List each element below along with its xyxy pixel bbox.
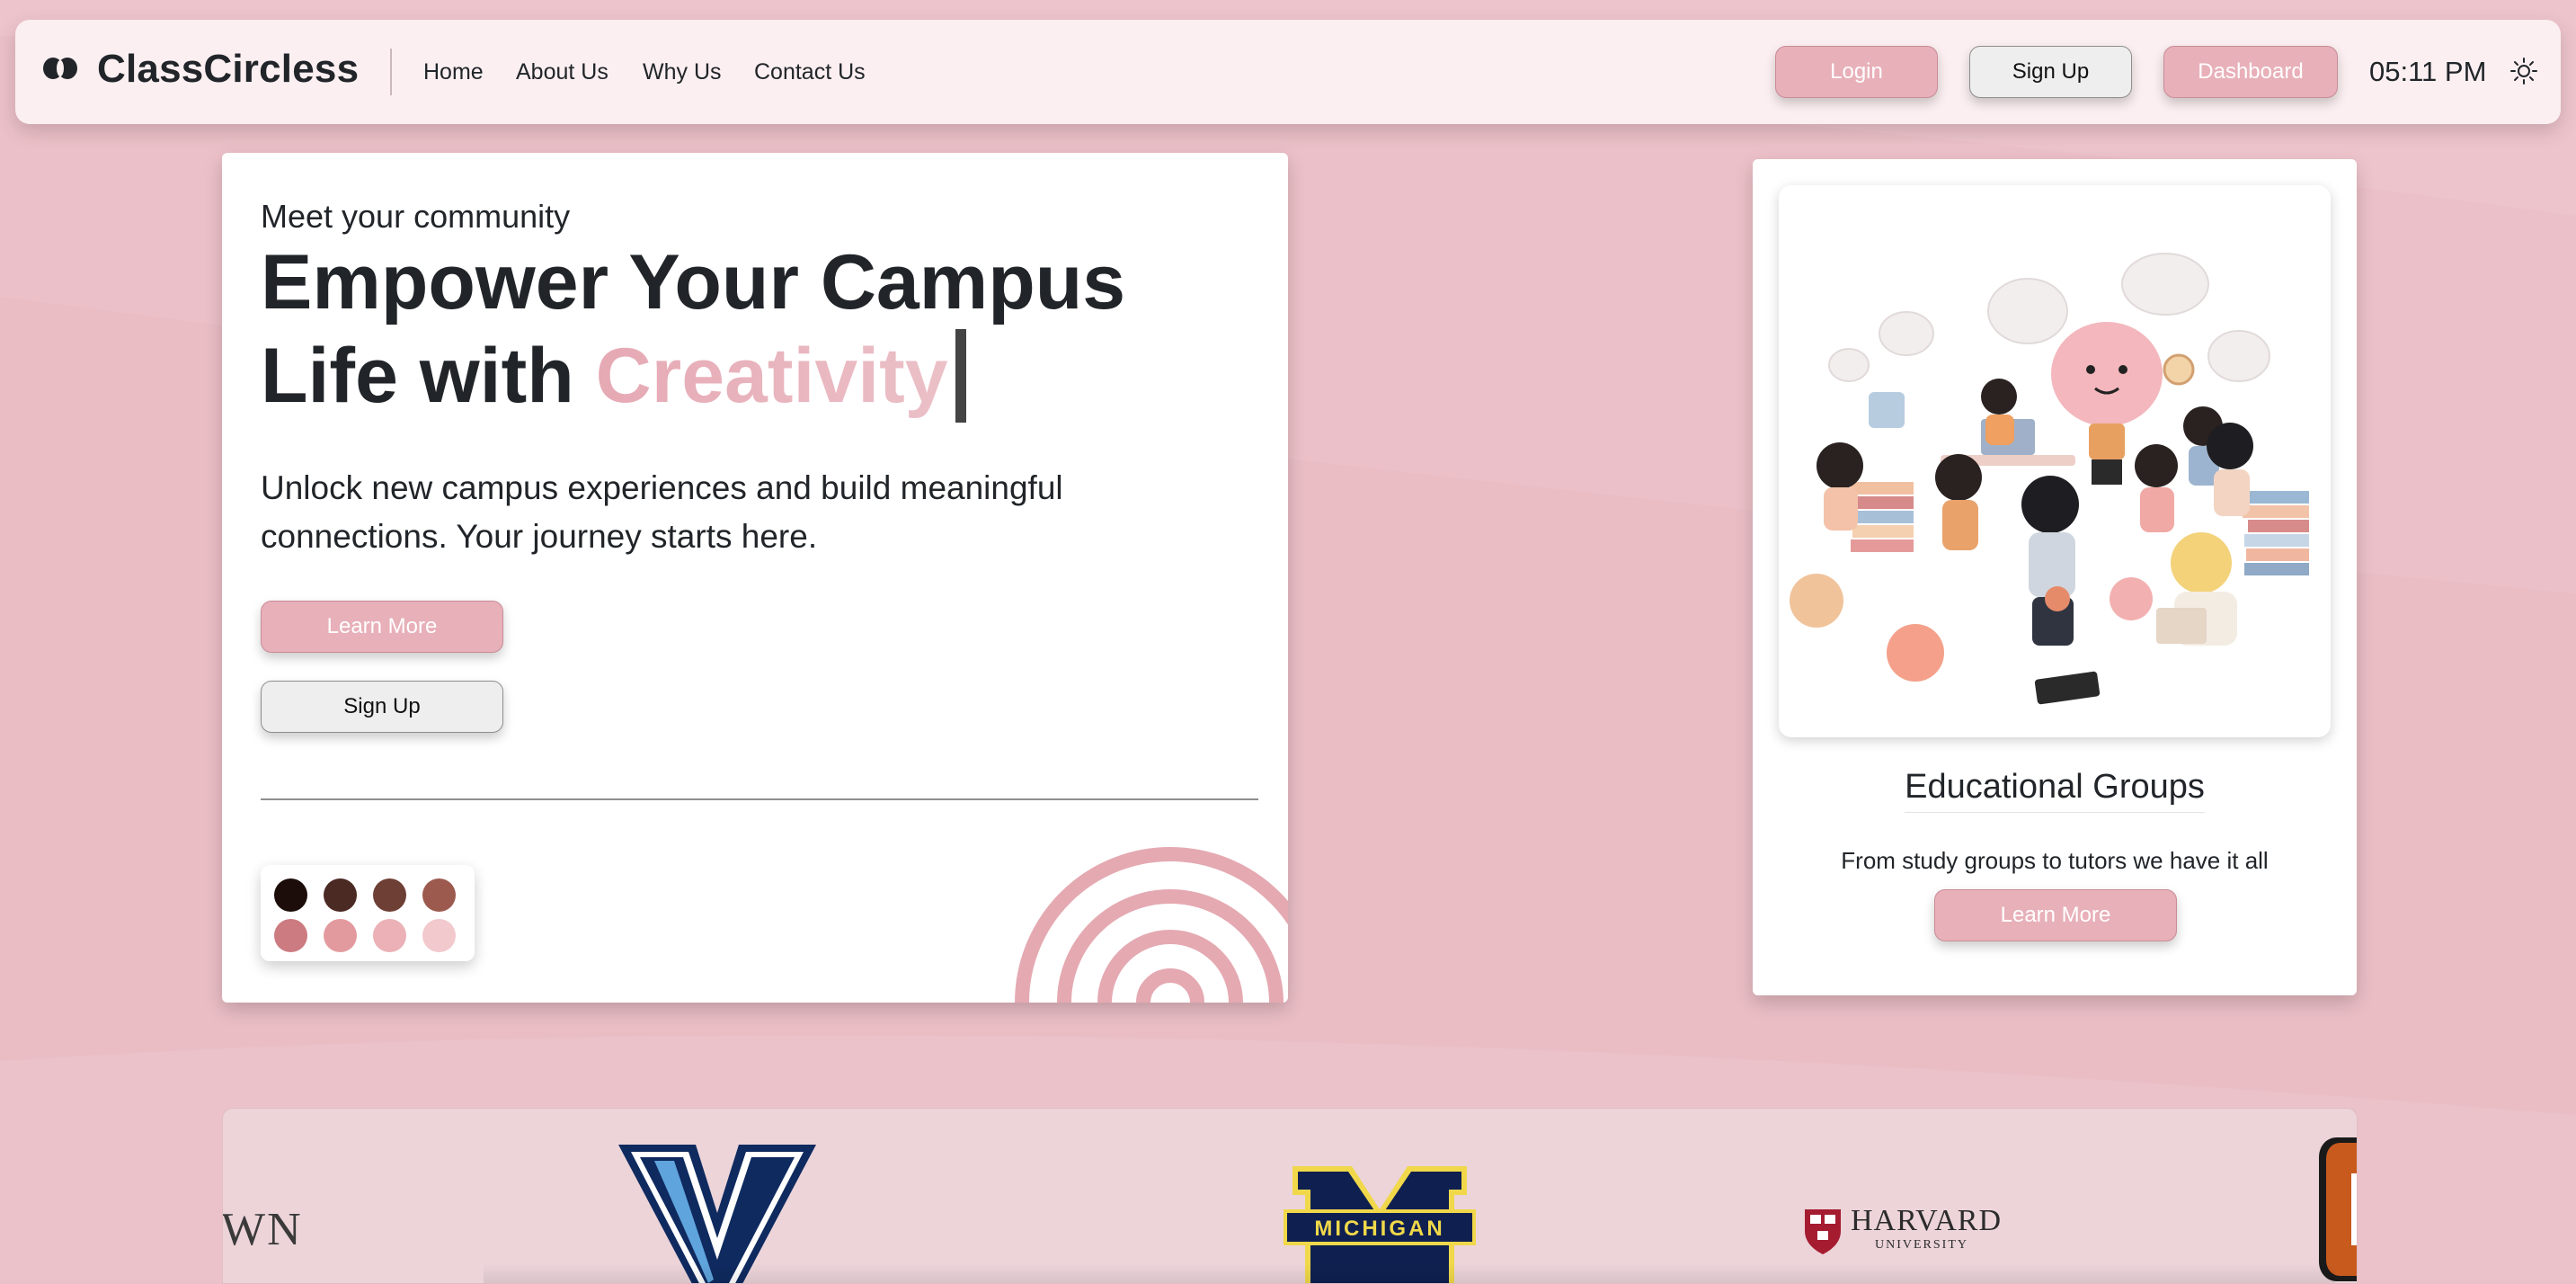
nav-link-contact-us[interactable]: Contact Us: [754, 59, 866, 85]
sun-icon[interactable]: [2509, 57, 2538, 85]
login-button[interactable]: Login: [1775, 46, 1938, 98]
harvard-wordmark: HARVARD: [1851, 1204, 2003, 1237]
dashboard-button[interactable]: Dashboard: [2163, 46, 2338, 98]
palette-swatch[interactable]: [373, 919, 406, 952]
hero-eyebrow: Meet your community: [261, 198, 571, 235]
nav-link-about-us[interactable]: About Us: [516, 59, 608, 85]
feature-title-text: Educational Groups: [1905, 768, 2205, 813]
clock-display: 05:11 PM: [2369, 56, 2487, 87]
typing-caret: [955, 329, 966, 423]
headline-accent-word: Creativity: [595, 333, 948, 419]
palette-swatch[interactable]: [422, 919, 456, 952]
feature-title: Educational Groups: [1753, 768, 2357, 813]
palette-swatch[interactable]: [373, 878, 406, 912]
educational-groups-card: Educational Groups From study groups to …: [1753, 159, 2357, 995]
hero-learn-more-button[interactable]: Learn More: [261, 601, 503, 653]
partial-university-logo: WN: [222, 1204, 303, 1255]
palette-swatch[interactable]: [422, 878, 456, 912]
signup-button[interactable]: Sign Up: [1969, 46, 2132, 98]
harvard-shield-icon[interactable]: [1803, 1208, 1843, 1256]
nav-link-home[interactable]: Home: [423, 59, 484, 85]
headline-line-1: Empower Your Campus: [261, 239, 1126, 325]
feature-learn-more-button[interactable]: Learn More: [1934, 889, 2177, 941]
feature-description: From study groups to tutors we have it a…: [1841, 847, 2269, 874]
hero-lead-text: Unlock new campus experiences and build …: [261, 469, 1063, 555]
color-palette: [261, 865, 475, 961]
brand-name[interactable]: ClassCircless: [97, 47, 359, 92]
community-illustration: [1779, 185, 2331, 737]
partial-orange-logo[interactable]: [2319, 1137, 2358, 1281]
michigan-wordmark: MICHIGAN: [1314, 1217, 1444, 1241]
palette-swatch[interactable]: [274, 878, 307, 912]
nav-link-why-us[interactable]: Why Us: [643, 59, 722, 85]
palette-swatch[interactable]: [274, 919, 307, 952]
students-illustration-image: [1790, 253, 2309, 705]
nav-divider: [390, 49, 392, 95]
hero-headline: Empower Your Campus Life with Creativity: [261, 236, 1125, 423]
university-logo-carousel: WN V MICHIGAN HARVARD UNIVERSITY: [222, 1108, 2358, 1284]
brand-logo-icon: [43, 58, 77, 79]
hero-card: Meet your community Empower Your Campus …: [222, 153, 1288, 1003]
concentric-rings-decoration: [1015, 847, 1288, 1003]
palette-swatch[interactable]: [324, 919, 357, 952]
harvard-subtitle: UNIVERSITY: [1875, 1238, 1968, 1252]
palette-swatch[interactable]: [324, 878, 357, 912]
top-navbar: ClassCircless Home About Us Why Us Conta…: [15, 20, 2561, 124]
hero-signup-button[interactable]: Sign Up: [261, 681, 503, 733]
headline-line-2-prefix: Life with: [261, 333, 596, 419]
strip-shadow: [484, 1263, 2335, 1283]
